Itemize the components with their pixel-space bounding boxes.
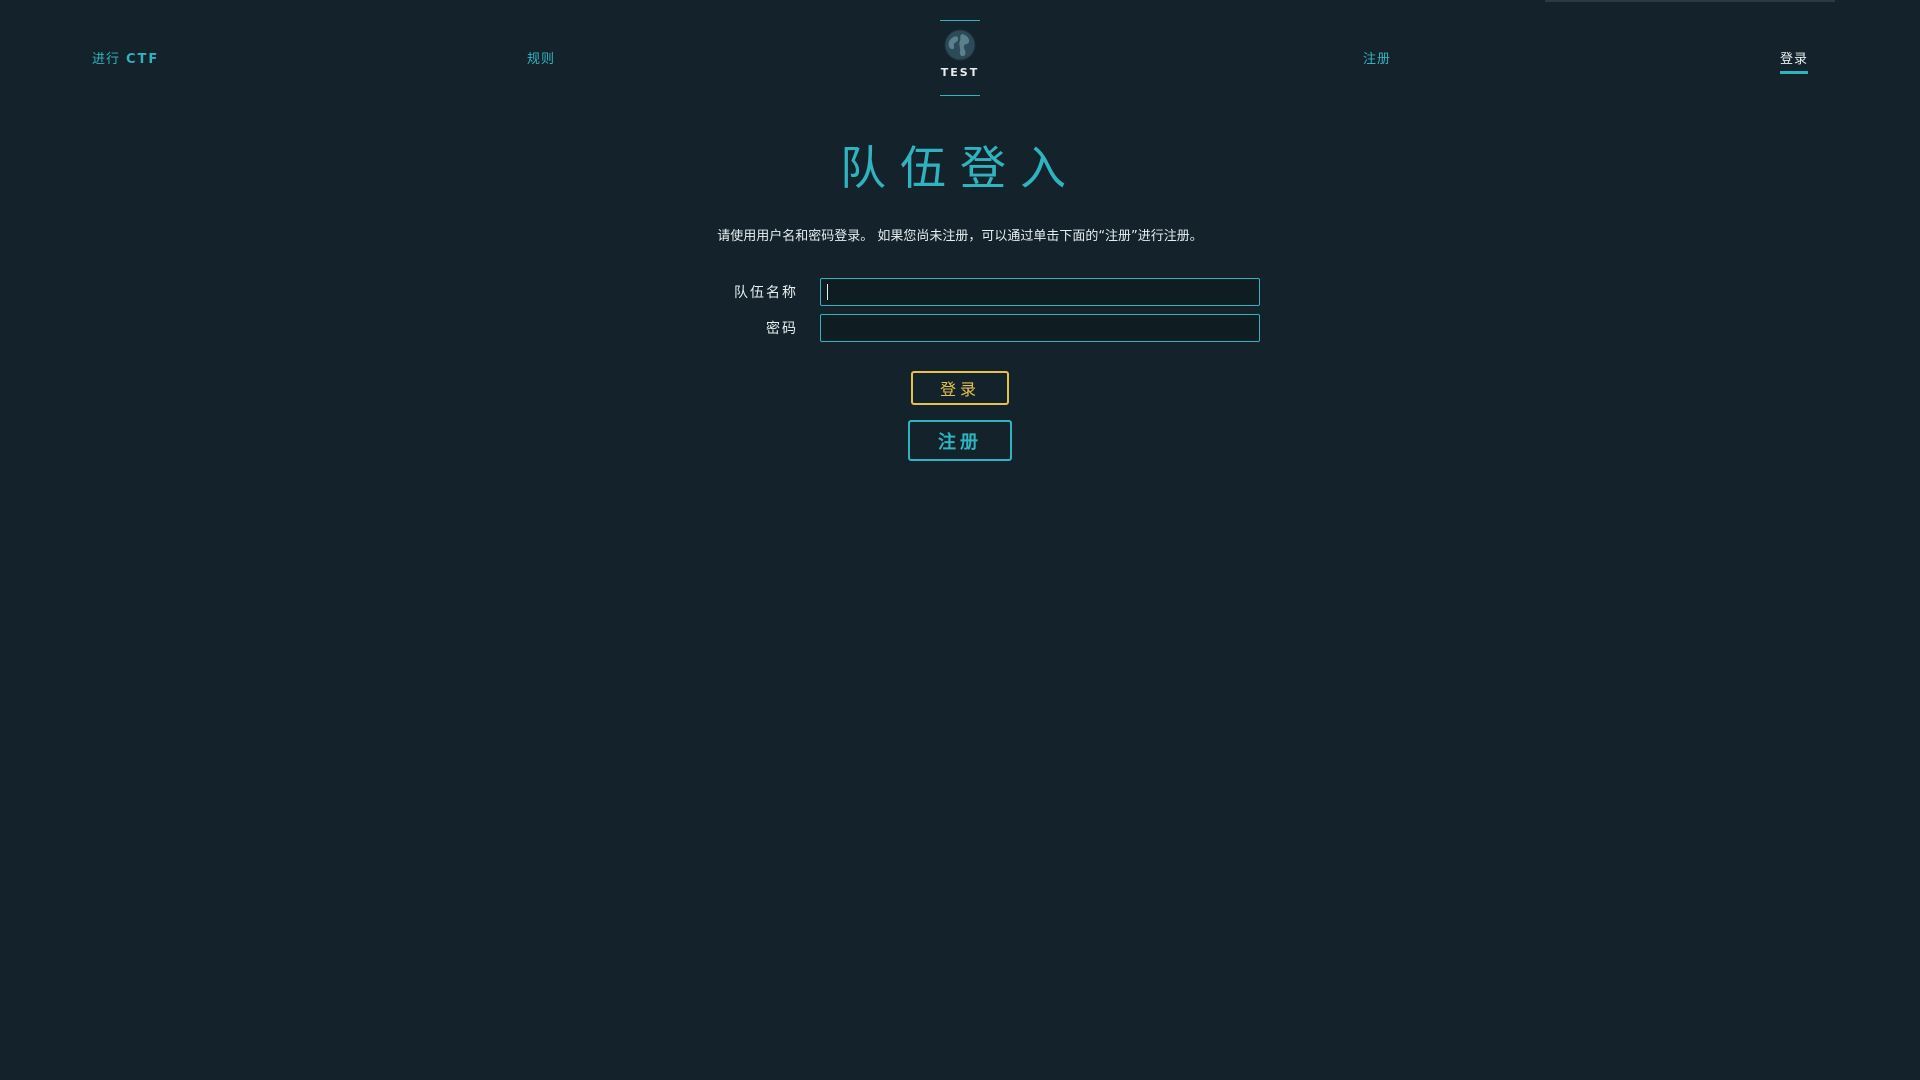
logo-text: TEST xyxy=(940,66,980,79)
text-caret xyxy=(827,284,828,300)
site-logo[interactable]: TEST xyxy=(940,20,980,96)
password-label: 密码 xyxy=(766,321,798,337)
page: 进行 CTF 规则 TEST 注册 登录 队伍登入 请使用用户名和密码登录。 如果… xyxy=(0,0,1920,1080)
team-name-label: 队伍名称 xyxy=(734,285,798,301)
nav-play-ctf-label: CTF xyxy=(126,52,160,67)
nav-play-ctf[interactable]: 进行 CTF xyxy=(92,48,159,67)
register-button[interactable]: 注册 xyxy=(908,420,1012,461)
login-intro-text: 请使用用户名和密码登录。 如果您尚未注册，可以通过单击下面的“注册”进行注册。 xyxy=(717,229,1203,244)
password-input[interactable] xyxy=(820,314,1260,342)
login-button[interactable]: 登录 xyxy=(911,371,1009,405)
top-scrollbar-strip xyxy=(1545,0,1835,2)
nav-play-prefix: 进行 xyxy=(92,52,121,67)
globe-icon xyxy=(944,29,976,61)
nav-register[interactable]: 注册 xyxy=(1363,48,1391,67)
nav-login[interactable]: 登录 xyxy=(1780,48,1809,74)
team-name-input[interactable] xyxy=(820,278,1260,306)
nav-rules[interactable]: 规则 xyxy=(527,48,555,67)
page-title: 队伍登入 xyxy=(840,141,1080,195)
